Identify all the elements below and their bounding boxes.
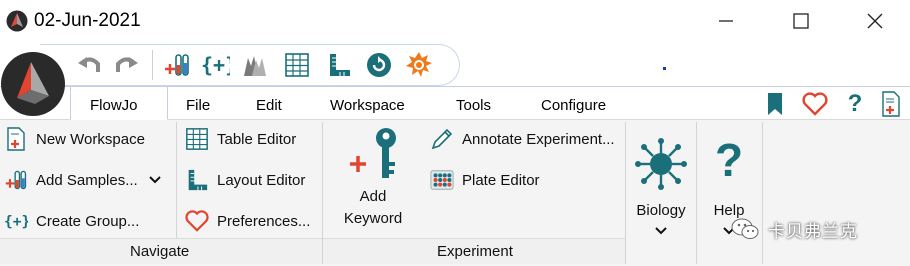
flowjo-app-icon[interactable] [6, 10, 28, 32]
svg-text:{+}: {+} [4, 213, 28, 230]
menu-tools[interactable]: Tools [456, 97, 491, 114]
menu-workspace[interactable]: Workspace [330, 97, 405, 114]
layout-editor-label: Layout Editor [217, 171, 306, 189]
ribbon-separator [696, 122, 697, 264]
add-keyword-label-line2: Keyword [343, 210, 403, 227]
watermark: 卡贝弗兰克 [730, 214, 910, 244]
close-button[interactable] [852, 4, 898, 38]
pen-icon [430, 127, 454, 151]
qat-table-editor-button[interactable] [282, 50, 312, 80]
preferences-button[interactable]: Preferences... [185, 208, 310, 234]
braces-plus-icon: {+} [201, 53, 230, 77]
menu-configure[interactable]: Configure [541, 97, 606, 114]
layout-editor-button[interactable]: Layout Editor [185, 167, 305, 193]
favorites-button[interactable] [802, 91, 828, 117]
heart-icon [802, 92, 828, 116]
watermark-text: 卡贝弗兰克 [768, 221, 858, 241]
add-samples-icon [4, 168, 28, 192]
title-bar: 02-Jun-2021 [0, 0, 910, 42]
new-workspace-button[interactable]: New Workspace [4, 126, 145, 152]
status-dot [663, 67, 666, 70]
table-grid-icon [285, 53, 309, 77]
refresh-circle-icon [367, 53, 391, 77]
qat-overlay-button[interactable] [240, 50, 270, 80]
qat-burst-button[interactable] [404, 50, 434, 80]
undo-icon [78, 57, 100, 72]
plate-icon [430, 168, 454, 192]
help-question-icon: ? [714, 134, 744, 186]
new-workspace-icon [4, 127, 28, 151]
experiment-group-label: Experiment [437, 243, 513, 260]
flowjo-logo-button[interactable] [1, 52, 65, 116]
wechat-icon [731, 218, 759, 239]
undo-button[interactable] [74, 50, 104, 80]
plate-editor-button[interactable]: Plate Editor [430, 167, 540, 193]
window-title: 02-Jun-2021 [34, 10, 141, 31]
ribbon-separator [625, 122, 626, 264]
redo-icon [116, 57, 138, 72]
chevron-down-icon [655, 227, 667, 235]
test-tubes-plus-icon [165, 54, 189, 76]
menu-flowjo[interactable]: FlowJo [70, 86, 168, 120]
add-keyword-button[interactable]: Add Keyword [332, 124, 414, 234]
biology-button[interactable]: Biology [628, 124, 694, 236]
add-keyword-icon [350, 128, 396, 178]
annotate-experiment-button[interactable]: Annotate Experiment... [430, 126, 615, 152]
redo-button[interactable] [112, 50, 142, 80]
table-editor-button[interactable]: Table Editor [185, 126, 296, 152]
heart-icon [185, 209, 209, 233]
annotate-experiment-label: Annotate Experiment... [462, 130, 615, 148]
layout-ruler-icon [330, 54, 350, 76]
close-icon [867, 13, 883, 29]
add-samples-label: Add Samples... [36, 171, 138, 189]
create-group-button[interactable]: {+} Create Group... [4, 208, 139, 234]
qat-refresh-button[interactable] [364, 50, 394, 80]
minimize-icon [719, 20, 733, 22]
bookmark-button[interactable] [762, 91, 788, 117]
maximize-button[interactable] [778, 4, 824, 38]
add-keyword-label-line1: Add [359, 188, 387, 205]
minimize-button[interactable] [703, 4, 749, 38]
add-document-icon [882, 91, 900, 117]
navigate-group-label: Navigate [130, 243, 190, 260]
add-samples-button[interactable]: Add Samples... [4, 167, 162, 193]
svg-text:{+}: {+} [201, 53, 230, 77]
chevron-down-icon [149, 176, 161, 184]
layout-editor-icon [185, 168, 209, 192]
bookmark-icon [768, 93, 782, 115]
qat-separator [152, 50, 153, 80]
flowjo-logo-icon [2, 53, 64, 115]
table-editor-icon [185, 127, 209, 151]
new-workspace-label: New Workspace [36, 130, 145, 148]
orange-burst-icon [406, 52, 432, 77]
overlay-histogram-icon [244, 56, 266, 76]
biology-label: Biology [636, 202, 686, 219]
help-question-icon[interactable]: ? [842, 90, 868, 117]
menu-edit[interactable]: Edit [256, 97, 282, 114]
create-group-icon: {+} [4, 209, 28, 233]
add-document-button[interactable] [878, 91, 904, 117]
plate-editor-label: Plate Editor [462, 171, 540, 189]
qat-add-samples-button[interactable] [162, 50, 192, 80]
create-group-label: Create Group... [36, 212, 140, 230]
qat-layout-editor-button[interactable] [324, 50, 354, 80]
menu-file[interactable]: File [186, 97, 210, 114]
table-editor-label: Table Editor [217, 130, 297, 148]
preferences-label: Preferences... [217, 212, 311, 230]
maximize-icon [793, 13, 809, 29]
biology-virus-icon [635, 138, 687, 190]
qat-create-group-button[interactable]: {+} [200, 50, 230, 80]
